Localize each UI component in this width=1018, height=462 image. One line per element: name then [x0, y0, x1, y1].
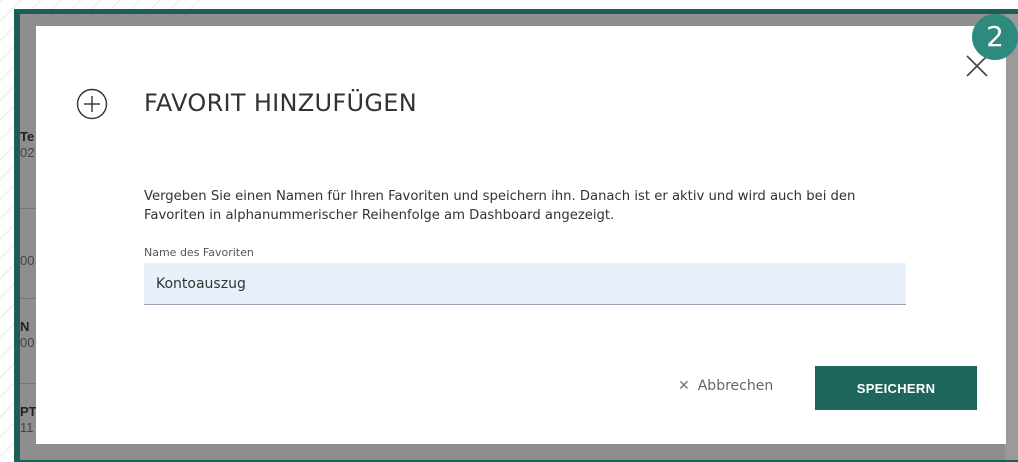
- cancel-label: Abbrechen: [697, 378, 774, 394]
- plus-circle-icon: [76, 88, 108, 120]
- background-right-panel: [1005, 14, 1018, 460]
- save-button[interactable]: SPEICHERN: [815, 366, 977, 410]
- step-number-badge: 2: [972, 14, 1018, 60]
- dialog-title: FAVORIT HINZUFÜGEN: [144, 89, 417, 117]
- favorite-name-label: Name des Favoriten: [144, 246, 254, 259]
- x-icon: ✕: [678, 378, 690, 394]
- cancel-button[interactable]: ✕ Abbrechen: [678, 374, 773, 398]
- dialog-description: Vergeben Sie einen Namen für Ihren Favor…: [144, 189, 856, 223]
- add-favorite-dialog: FAVORIT HINZUFÜGEN Vergeben Sie einen Na…: [36, 26, 1006, 444]
- favorite-name-input[interactable]: [144, 263, 906, 305]
